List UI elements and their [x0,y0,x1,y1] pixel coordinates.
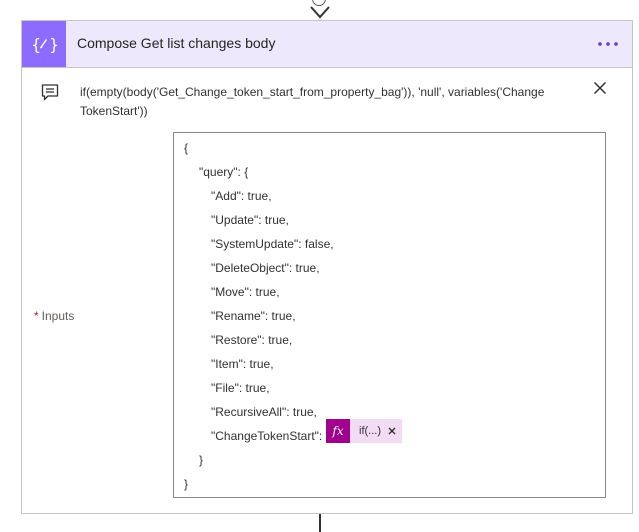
code-line: "Update": true, [211,213,289,227]
code-line: "File": true, [211,381,270,395]
code-line: "Rename": true, [211,309,296,323]
token-label: if(...) [359,425,381,437]
close-expression-button[interactable] [589,77,611,99]
comment-icon[interactable] [40,82,60,102]
action-header[interactable]: { } Compose Get list changes body [22,21,632,68]
more-dots-icon [598,42,618,46]
inputs-label: * Inputs [34,309,74,323]
code-line: "query": { [199,165,249,179]
code-line: "Item": true, [211,357,274,371]
svg-text:{: { [31,35,41,54]
arrow-down-icon [310,6,330,19]
action-title[interactable]: Compose Get list changes body [77,35,275,51]
expression-token[interactable]: fx if(...) [326,419,402,443]
code-line: "RecursiveAll": true, [211,405,317,419]
required-mark: * [34,309,39,323]
code-line: "Add": true, [211,189,272,203]
code-line: "Move": true, [211,285,280,299]
inputs-field[interactable]: { "query": { "Add": true, "Update": true… [173,132,606,498]
token-remove-button[interactable] [388,427,396,435]
code-line: { [184,141,189,155]
code-line: } [184,477,189,491]
code-line: "Restore": true, [211,333,293,347]
compose-action-card: { } Compose Get list changes body if(emp… [21,20,633,514]
bottom-connector-line [319,514,321,532]
more-options-button[interactable] [594,31,622,57]
close-icon [593,81,607,95]
code-line: "SystemUpdate": false, [211,237,334,251]
curly-braces-icon: { } [22,21,66,67]
code-line: "DeleteObject": true, [211,261,320,275]
expression-comment[interactable]: if(empty(body('Get_Change_token_start_fr… [80,83,550,121]
code-line: } [199,453,204,467]
close-icon [388,427,396,435]
inputs-label-text: Inputs [41,309,75,323]
fx-icon: fx [326,419,350,443]
svg-text:}: } [49,35,57,54]
code-line: "ChangeTokenStart": [211,429,323,443]
